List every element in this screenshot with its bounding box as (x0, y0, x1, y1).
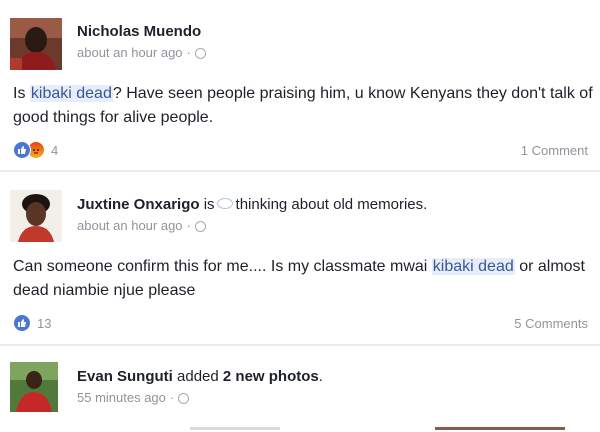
comment-count-link[interactable]: 5 Comments (514, 316, 588, 331)
avatar[interactable] (10, 18, 62, 70)
like-reaction-icon (13, 141, 31, 159)
reactions-bar[interactable]: 4 (13, 141, 58, 159)
photos-link[interactable]: 2 new photos (223, 368, 319, 385)
like-reaction-icon (13, 314, 31, 332)
feed-post: Nicholas Muendo about an hour ago · Is k… (0, 0, 600, 170)
hashtag-highlight[interactable]: kibaki dead (431, 258, 515, 275)
post-author[interactable]: Nicholas Muendo (77, 23, 201, 40)
post-text: Is kibaki dead? Have seen people praisin… (13, 85, 593, 126)
post-author[interactable]: Evan Sunguti (77, 368, 173, 385)
reaction-count: 4 (51, 142, 59, 158)
hashtag-highlight[interactable]: kibaki dead (29, 85, 113, 102)
globe-icon (194, 48, 206, 59)
post-text: Can someone confirm this for me.... Is m… (13, 258, 585, 299)
thought-bubble-icon (216, 197, 233, 209)
avatar[interactable] (10, 362, 58, 412)
feed-post: Juxtine Onxarigo is thinking about old me… (0, 172, 600, 344)
globe-icon (178, 393, 190, 404)
post-author-line: Evan Sunguti added 2 new photos. (77, 368, 323, 385)
post-author-line: Juxtine Onxarigo is thinking about old me… (77, 196, 428, 213)
post-timestamp[interactable]: about an hour ago · (77, 218, 206, 233)
post-timestamp[interactable]: 55 minutes ago · (77, 390, 190, 405)
photo-thumbnail[interactable] (190, 427, 280, 430)
reactions-bar[interactable]: 13 (13, 314, 51, 332)
globe-icon (194, 221, 206, 232)
reaction-count: 13 (37, 315, 52, 331)
avatar[interactable] (10, 190, 62, 242)
feed-post: Evan Sunguti added 2 new photos. 55 minu… (0, 346, 600, 432)
comment-count-link[interactable]: 1 Comment (521, 143, 588, 158)
post-timestamp[interactable]: about an hour ago · (77, 45, 206, 60)
photo-thumbnail[interactable] (435, 427, 565, 430)
post-author[interactable]: Juxtine Onxarigo (77, 196, 200, 213)
activity-text: thinking about old memories. (235, 196, 428, 213)
